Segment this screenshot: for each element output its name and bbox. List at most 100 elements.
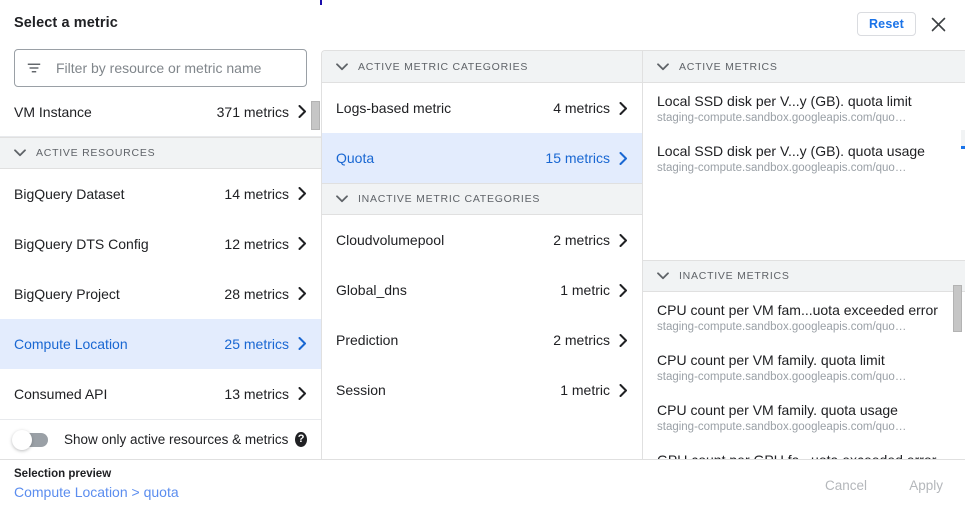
chevron-right-icon [619, 152, 628, 165]
chevron-right-icon [298, 187, 307, 200]
row-count: 4 metrics [553, 100, 610, 116]
chevron-right-icon [298, 337, 307, 350]
cancel-button[interactable]: Cancel [817, 473, 875, 497]
row-label: Consumed API [14, 386, 224, 402]
selection-preview-label: Selection preview [14, 468, 111, 480]
metric-title: GPU count per GPU fa...uota exceeded err… [657, 451, 951, 459]
chevron-right-icon [298, 387, 307, 400]
chevron-down-icon [336, 63, 348, 71]
resource-row-bigquery-dts-config[interactable]: BigQuery DTS Config12 metrics [0, 219, 321, 269]
metric-title: CPU count per VM family. quota limit [657, 351, 951, 369]
row-count: 12 metrics [224, 236, 289, 252]
close-button[interactable] [927, 13, 949, 35]
row-label: BigQuery DTS Config [14, 236, 224, 252]
chevron-right-icon [298, 105, 307, 118]
resource-row-bigquery-dataset[interactable]: BigQuery Dataset14 metrics [0, 169, 321, 219]
metric-title: Local SSD disk per V...y (GB). quota lim… [657, 92, 951, 110]
dialog-footer: Selection preview Compute Location > quo… [0, 459, 965, 509]
inactive-metric-list: CPU count per VM fam...uota exceeded err… [643, 292, 965, 459]
metric-subtitle: staging-compute.sandbox.googleapis.com/q… [657, 161, 951, 176]
resource-row-consumed-api[interactable]: Consumed API13 metrics [0, 369, 321, 419]
metric-title: CPU count per VM fam...uota exceeded err… [657, 301, 951, 319]
filter-list-icon [26, 60, 42, 76]
inactive-metric-item[interactable]: CPU count per VM family. quota usagestag… [643, 392, 965, 442]
section-title: INACTIVE METRICS [679, 270, 790, 282]
dialog-header: Select a metric Reset [0, 0, 965, 46]
section-title: INACTIVE METRIC CATEGORIES [358, 193, 540, 205]
chevron-right-icon [619, 384, 628, 397]
chevron-down-icon [336, 195, 348, 203]
chevron-right-icon [619, 102, 628, 115]
active-metric-list: Local SSD disk per V...y (GB). quota lim… [643, 83, 965, 183]
category-row-logs-based-metric[interactable]: Logs-based metric4 metrics [322, 83, 642, 133]
selection-preview-value[interactable]: Compute Location > quota [14, 484, 179, 500]
section-title: ACTIVE METRICS [679, 61, 778, 73]
row-label: BigQuery Project [14, 286, 224, 302]
chevron-right-icon [298, 237, 307, 250]
metric-subtitle: staging-compute.sandbox.googleapis.com/q… [657, 320, 951, 335]
active-metric-item[interactable]: Local SSD disk per V...y (GB). quota lim… [643, 83, 965, 133]
section-header-inactive-metrics[interactable]: INACTIVE METRICS [643, 260, 965, 292]
row-count: 1 metric [560, 282, 610, 298]
resources-scrollbar-thumb[interactable] [311, 101, 320, 130]
category-row-prediction[interactable]: Prediction2 metrics [322, 315, 642, 365]
row-count: 14 metrics [224, 186, 289, 202]
resource-row-compute-location[interactable]: Compute Location25 metrics [0, 319, 321, 369]
category-row-session[interactable]: Session1 metric [322, 365, 642, 415]
select-metric-dialog: Select a metric Reset [0, 0, 965, 509]
section-header-active-resources[interactable]: ACTIVE RESOURCES [0, 137, 321, 169]
row-count: 25 metrics [224, 336, 289, 352]
toggle-label: Show only active resources & metrics [64, 432, 288, 447]
row-label: Cloudvolumepool [336, 232, 553, 248]
category-row-global-dns[interactable]: Global_dns1 metric [322, 265, 642, 315]
chevron-down-icon [657, 272, 669, 280]
search-wrapper [0, 49, 321, 87]
category-row-cloudvolumepool[interactable]: Cloudvolumepool2 metrics [322, 215, 642, 265]
resource-count: 371 metrics [217, 104, 289, 120]
reset-button[interactable]: Reset [857, 12, 916, 36]
inactive-metric-item[interactable]: GPU count per GPU fa...uota exceeded err… [643, 442, 965, 459]
row-label: Prediction [336, 332, 553, 348]
row-count: 13 metrics [224, 386, 289, 402]
resource-label: VM Instance [14, 104, 217, 120]
search-input[interactable] [54, 59, 295, 77]
row-count: 2 metrics [553, 232, 610, 248]
section-title: ACTIVE RESOURCES [36, 147, 155, 159]
resources-column: VM Instance 371 metrics ACTIVE RESOURCES… [0, 46, 321, 459]
metrics-column: ACTIVE METRICS Local SSD disk per V...y … [642, 50, 965, 459]
metric-categories-column: ACTIVE METRIC CATEGORIES Logs-based metr… [321, 50, 642, 459]
apply-button[interactable]: Apply [901, 473, 951, 497]
metric-subtitle: staging-compute.sandbox.googleapis.com/q… [657, 370, 951, 385]
metric-title: Local SSD disk per V...y (GB). quota usa… [657, 142, 951, 160]
row-count: 1 metric [560, 382, 610, 398]
chevron-right-icon [619, 284, 628, 297]
resource-row-bigquery-project[interactable]: BigQuery Project28 metrics [0, 269, 321, 319]
page-title: Select a metric [14, 15, 118, 31]
chevron-down-icon [657, 63, 669, 71]
row-count: 15 metrics [545, 150, 610, 166]
metric-subtitle: staging-compute.sandbox.googleapis.com/q… [657, 111, 951, 126]
inactive-category-list: Cloudvolumepool2 metricsGlobal_dns1 metr… [322, 215, 642, 415]
category-row-quota[interactable]: Quota15 metrics [322, 133, 642, 183]
resource-list: BigQuery Dataset14 metricsBigQuery DTS C… [0, 169, 321, 419]
chevron-down-icon [14, 149, 26, 157]
show-only-active-toggle[interactable] [14, 433, 48, 447]
row-label: Quota [336, 150, 545, 166]
background-page-artifact [961, 130, 965, 146]
search-box[interactable] [14, 49, 307, 87]
help-icon[interactable]: ? [295, 432, 307, 447]
inactive-metric-item[interactable]: CPU count per VM family. quota limitstag… [643, 342, 965, 392]
metric-title: CPU count per VM family. quota usage [657, 401, 951, 419]
section-header-active-metrics[interactable]: ACTIVE METRICS [643, 51, 965, 83]
metric-subtitle: staging-compute.sandbox.googleapis.com/q… [657, 420, 951, 435]
chevron-right-icon [619, 234, 628, 247]
chevron-right-icon [298, 287, 307, 300]
section-title: ACTIVE METRIC CATEGORIES [358, 61, 528, 73]
section-header-active-categories[interactable]: ACTIVE METRIC CATEGORIES [322, 51, 642, 83]
resource-row-vm-instance[interactable]: VM Instance 371 metrics [0, 87, 321, 137]
inactive-metric-item[interactable]: CPU count per VM fam...uota exceeded err… [643, 292, 965, 342]
section-header-inactive-categories[interactable]: INACTIVE METRIC CATEGORIES [322, 183, 642, 215]
inactive-metrics-scrollbar-thumb[interactable] [953, 285, 962, 332]
active-metric-item[interactable]: Local SSD disk per V...y (GB). quota usa… [643, 133, 965, 183]
active-only-toggle-row: Show only active resources & metrics ? [0, 419, 321, 459]
